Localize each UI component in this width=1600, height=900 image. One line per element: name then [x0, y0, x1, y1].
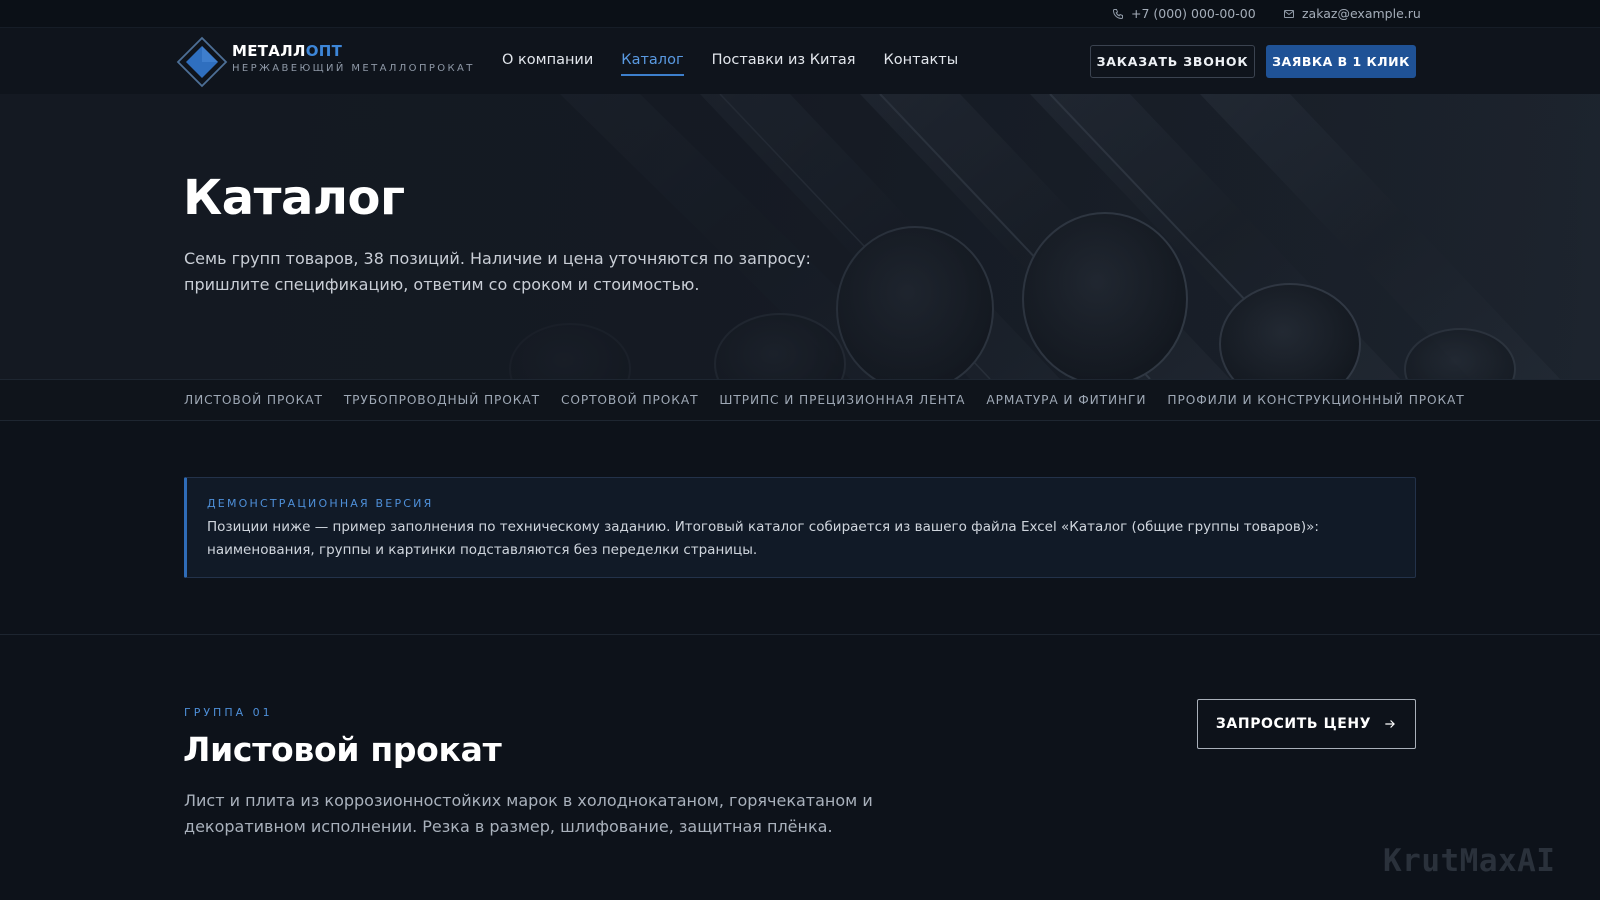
- nav-item-china-supply[interactable]: Поставки из Китая: [712, 52, 856, 74]
- group-kicker: ГРУППА 01: [184, 706, 273, 719]
- email-link[interactable]: zakaz@example.ru: [1283, 6, 1421, 21]
- logo-tagline: НЕРЖАВЕЮЩИЙ МЕТАЛЛОПРОКАТ: [232, 63, 475, 74]
- nav-item-catalog[interactable]: Каталог: [621, 52, 684, 76]
- hero-section: Каталог Семь групп товаров, 38 позиций. …: [0, 94, 1600, 379]
- page-title: Каталог: [183, 170, 405, 226]
- steel-pipes-background-image: [0, 94, 1600, 379]
- phone-link[interactable]: +7 (000) 000-00-00: [1112, 6, 1256, 21]
- site-header: МЕТАЛЛОПТ НЕРЖАВЕЮЩИЙ МЕТАЛЛОПРОКАТ О ко…: [0, 28, 1600, 94]
- watermark: KrutMaxAI: [1383, 843, 1556, 879]
- nav-item-about[interactable]: О компании: [502, 52, 593, 74]
- quick-request-button[interactable]: ЗАЯВКА В 1 КЛИК: [1266, 45, 1416, 78]
- notice-text: Позиции ниже — пример заполнения по техн…: [207, 519, 1319, 558]
- main-nav: О компании Каталог Поставки из Китая Кон…: [502, 52, 959, 76]
- logo-name: МЕТАЛЛОПТ: [232, 42, 475, 60]
- demo-notice: ДЕМОНСТРАЦИОННАЯ ВЕРСИЯ Позиции ниже — п…: [184, 477, 1416, 578]
- logo-name-accent: ОПТ: [305, 42, 343, 60]
- arrow-right-icon: [1385, 720, 1396, 728]
- section-divider: [0, 634, 1600, 635]
- email-address: zakaz@example.ru: [1302, 6, 1421, 21]
- diamond-logo-icon[interactable]: [176, 36, 228, 88]
- category-fittings[interactable]: АРМАТУРА И ФИТИНГИ: [986, 393, 1146, 407]
- mail-icon: [1284, 9, 1294, 18]
- category-profiles[interactable]: ПРОФИЛИ И КОНСТРУКЦИОННЫЙ ПРОКАТ: [1167, 393, 1464, 407]
- category-strip[interactable]: ШТРИПС И ПРЕЦИЗИОННАЯ ЛЕНТА: [719, 393, 965, 407]
- category-nav: ЛИСТОВОЙ ПРОКАТ ТРУБОПРОВОДНЫЙ ПРОКАТ СО…: [0, 379, 1600, 421]
- group-title: Листовой прокат: [183, 730, 502, 769]
- category-section[interactable]: СОРТОВОЙ ПРОКАТ: [561, 393, 698, 407]
- order-call-button[interactable]: ЗАКАЗАТЬ ЗВОНОК: [1090, 45, 1255, 78]
- logo[interactable]: МЕТАЛЛОПТ НЕРЖАВЕЮЩИЙ МЕТАЛЛОПРОКАТ: [232, 42, 475, 74]
- category-pipeline[interactable]: ТРУБОПРОВОДНЫЙ ПРОКАТ: [344, 393, 540, 407]
- page-subtitle: Семь групп товаров, 38 позиций. Наличие …: [184, 249, 811, 294]
- request-price-label: ЗАПРОСИТЬ ЦЕНУ: [1215, 716, 1372, 732]
- logo-name-main: МЕТАЛЛ: [232, 42, 306, 60]
- group-description: Лист и плита из коррозионностойких марок…: [184, 791, 873, 836]
- phone-number: +7 (000) 000-00-00: [1131, 6, 1256, 21]
- notice-kicker: ДЕМОНСТРАЦИОННАЯ ВЕРСИЯ: [207, 497, 434, 510]
- phone-icon: [1112, 8, 1123, 19]
- category-sheet[interactable]: ЛИСТОВОЙ ПРОКАТ: [184, 393, 323, 407]
- nav-item-contacts[interactable]: Контакты: [884, 52, 959, 74]
- top-bar: +7 (000) 000-00-00 zakaz@example.ru: [0, 0, 1600, 28]
- request-price-button[interactable]: ЗАПРОСИТЬ ЦЕНУ: [1197, 699, 1416, 749]
